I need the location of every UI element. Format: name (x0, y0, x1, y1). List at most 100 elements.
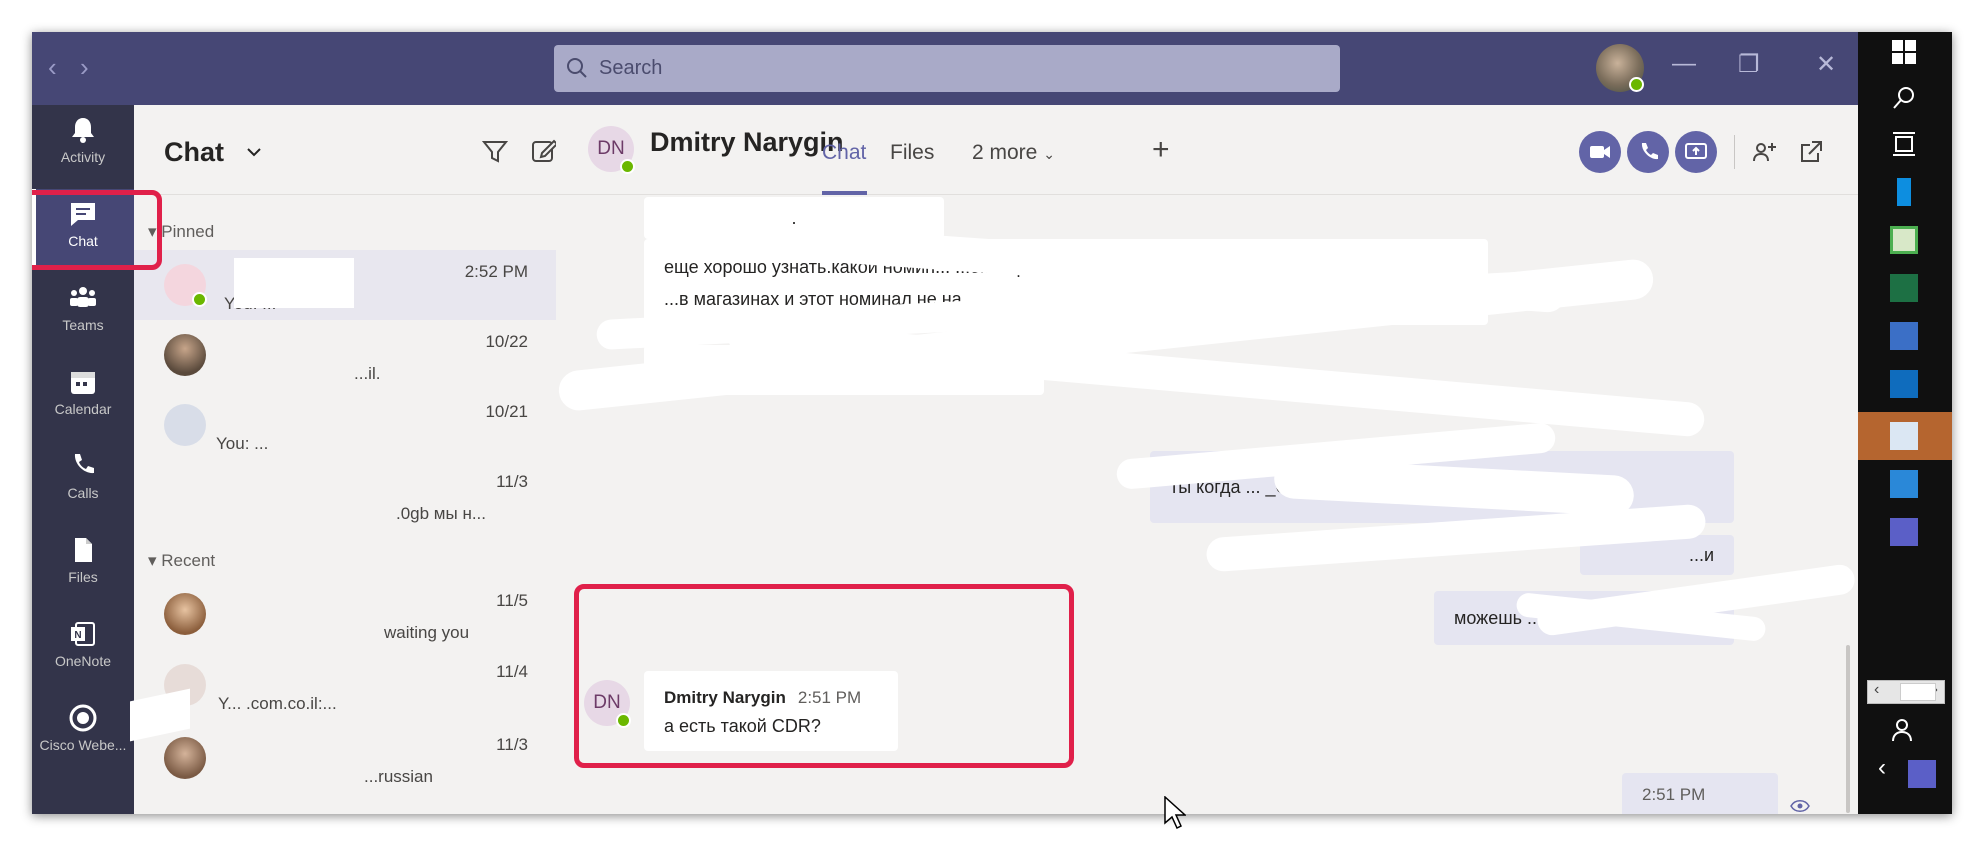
search-input[interactable]: Search (554, 45, 1340, 92)
excel-icon[interactable] (1890, 274, 1918, 302)
chat-list-header: Chat (134, 105, 558, 195)
phone-app-icon[interactable] (1897, 178, 1911, 206)
message-bubble-sent: 2:51 PM да (1622, 773, 1778, 814)
calculator-icon[interactable] (1890, 322, 1918, 350)
windows-logo-icon[interactable] (1890, 38, 1918, 66)
list-item[interactable]: 11/5 waiting you (134, 579, 556, 649)
chat-list-title[interactable]: Chat (164, 137, 224, 168)
outlook-card-icon[interactable] (1890, 470, 1918, 498)
avatar (164, 737, 206, 779)
tab-chat[interactable]: Chat (822, 141, 866, 165)
tab-more[interactable]: 2 more ⌄ (972, 141, 1055, 165)
redaction-scribble (234, 258, 354, 308)
rail-label: Files (68, 569, 98, 585)
add-tab-button[interactable]: + (1152, 133, 1170, 167)
list-item[interactable]: 11/3 .0gb мы н... (134, 460, 556, 530)
chat-preview: .0gb мы н... (396, 504, 486, 523)
highlight-box-chat-rail (32, 190, 162, 270)
scrollbar-thumb[interactable] (1846, 645, 1850, 813)
tab-more-label: 2 more (972, 141, 1038, 164)
video-camera-icon (1590, 146, 1610, 158)
taskbar-scrollbar[interactable]: ‹ › (1867, 680, 1945, 704)
minimize-button[interactable]: — (1672, 50, 1696, 78)
rail-item-onenote[interactable]: N OneNote (32, 609, 134, 689)
chat-preview: You: ... (216, 434, 269, 453)
chat-time: 11/5 (496, 591, 528, 610)
show-hidden-icons-chevron-icon[interactable]: ‹ (1878, 754, 1886, 782)
contact-name[interactable]: Dmitry Narygin (650, 127, 844, 158)
media-player-icon[interactable] (1890, 370, 1918, 398)
search-icon[interactable] (1890, 84, 1918, 112)
rail-label: Calls (67, 485, 99, 501)
chat-preview: waiting you (384, 623, 470, 642)
teams-window: ‹ › Search — ❐ ✕ Activity Chat Teams Cal… (32, 32, 1952, 814)
onenote-icon: N (71, 622, 95, 646)
search-placeholder: Search (599, 57, 663, 79)
filter-icon[interactable] (482, 139, 508, 165)
share-screen-button[interactable] (1675, 131, 1717, 173)
rail-item-calendar[interactable]: Calendar (32, 357, 134, 437)
title-bar: ‹ › Search — ❐ ✕ (32, 32, 1858, 105)
rail-item-calls[interactable]: Calls (32, 441, 134, 521)
chat-preview: ...russian (364, 767, 433, 786)
chat-preview: Y... .com.co.il:... (218, 694, 337, 713)
share-screen-icon (1685, 143, 1707, 159)
presence-available-icon (1629, 77, 1644, 92)
close-button[interactable]: ✕ (1816, 50, 1836, 79)
forward-arrow-icon[interactable]: › (80, 54, 89, 80)
rail-item-files[interactable]: Files (32, 525, 134, 605)
scroll-thumb[interactable] (1900, 683, 1936, 701)
avatar (164, 593, 206, 635)
avatar (164, 404, 206, 446)
teams-tray-icon[interactable] (1908, 760, 1936, 788)
chat-time: 2:52 PM (464, 262, 528, 281)
chat-time: 10/22 (485, 332, 528, 351)
teams-icon[interactable] (1890, 518, 1918, 546)
read-receipt-eye-icon (1790, 800, 1810, 812)
rail-label: Teams (62, 317, 104, 333)
file-icon (75, 538, 92, 562)
recent-section-header[interactable]: ▾ Recent (148, 551, 215, 571)
webex-icon (69, 704, 97, 732)
mouse-cursor-icon (1164, 796, 1186, 830)
list-item[interactable]: 11/3 ...russian (134, 723, 556, 793)
scroll-left-icon[interactable]: ‹ (1874, 681, 1879, 699)
profile-avatar[interactable] (1596, 44, 1644, 92)
highlight-box-message (574, 584, 1074, 768)
bell-icon (72, 118, 94, 143)
pop-out-icon[interactable] (1798, 139, 1824, 165)
rail-item-activity[interactable]: Activity (32, 105, 134, 185)
list-item[interactable]: 11/4 Y... .com.co.il:... (134, 650, 556, 720)
list-item[interactable]: 2:52 PM You: ... (134, 250, 556, 320)
svg-text:N: N (74, 630, 81, 641)
phone-icon (74, 454, 94, 474)
chat-time: 11/4 (496, 662, 528, 681)
video-call-button[interactable] (1579, 131, 1621, 173)
phone-icon (1641, 143, 1658, 160)
add-people-icon[interactable] (1751, 139, 1779, 165)
maximize-button[interactable]: ❐ (1738, 50, 1760, 79)
chevron-down-icon[interactable] (246, 147, 262, 159)
chat-time: 11/3 (496, 472, 528, 491)
rail-item-webex[interactable]: Cisco Webe... (32, 693, 134, 773)
conversation-header: DN Dmitry Narygin Chat Files 2 more ⌄ + (556, 105, 1858, 195)
tab-files[interactable]: Files (890, 141, 934, 165)
list-item[interactable]: 10/22 ...il. (134, 320, 556, 390)
message-time: 2:51 PM (1642, 785, 1706, 804)
rail-label: Calendar (54, 401, 112, 417)
rail-label: Cisco Webe... (39, 737, 127, 753)
header-divider (1734, 135, 1735, 169)
calendar-icon (71, 372, 95, 394)
new-chat-icon[interactable] (530, 137, 558, 165)
people-icon[interactable] (1890, 716, 1918, 744)
remote-desktop-icon[interactable] (1890, 422, 1918, 450)
list-item[interactable]: 10/21 You: ... (134, 390, 556, 460)
windows-taskbar: ‹ › ‹ (1858, 32, 1952, 814)
pinned-label: Pinned (161, 222, 215, 241)
audio-call-button[interactable] (1627, 131, 1669, 173)
rail-item-teams[interactable]: Teams (32, 273, 134, 353)
notepad-app-icon[interactable] (1890, 226, 1918, 254)
back-arrow-icon[interactable]: ‹ (48, 54, 57, 80)
avatar (164, 334, 206, 376)
task-view-icon[interactable] (1890, 130, 1918, 158)
